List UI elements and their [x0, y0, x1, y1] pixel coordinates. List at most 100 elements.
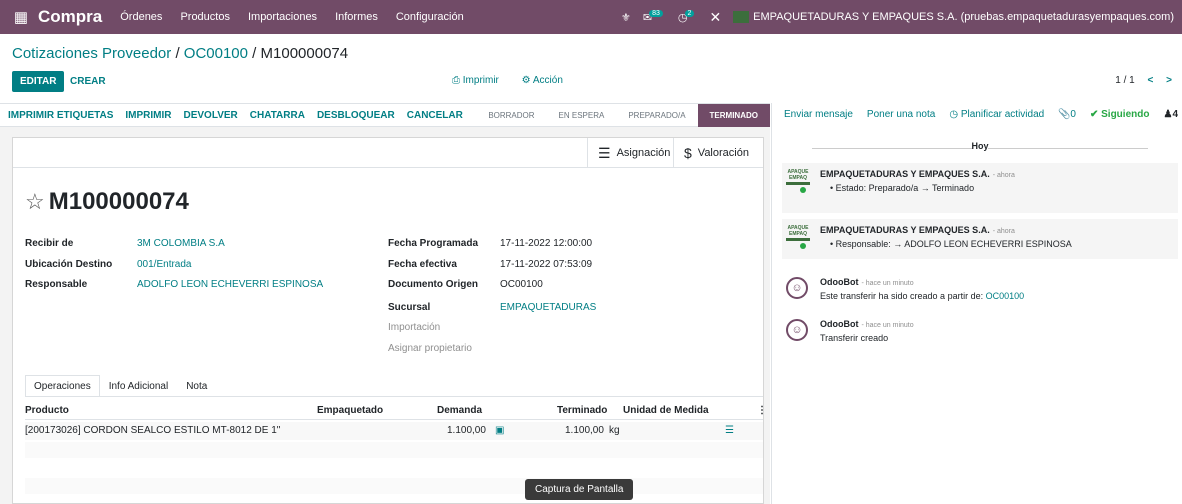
action-menus: ⎙ Imprimir ⚙ Acción [452, 75, 583, 86]
edit-button[interactable]: EDITAR [12, 71, 65, 92]
field-label-owner: Asignar propietario [388, 343, 472, 354]
column-options-icon[interactable]: ⋮ [757, 405, 767, 416]
table-empty-row [25, 478, 763, 494]
print-menu[interactable]: ⎙ Imprimir [452, 75, 509, 86]
tab-additional-info[interactable]: Info Adicional [100, 375, 178, 397]
assignment-button[interactable]: ☰ Asignación [587, 138, 680, 168]
menu-item-products[interactable]: Productos [180, 11, 230, 23]
print-label: Imprimir [462, 75, 499, 86]
field-label-destination: Ubicación Destino [25, 259, 113, 270]
column-product[interactable]: Producto [25, 405, 69, 416]
screenshot-tooltip: Captura de Pantalla [525, 479, 634, 500]
form-sheet: ☰ Asignación $ Valoración ☆ M100000074 Re… [12, 137, 767, 504]
state-steps: BORRADOR EN ESPERA PREPARADO/A TERMINADO [476, 104, 770, 128]
menu-item-imports[interactable]: Importaciones [248, 11, 317, 23]
pager-next-icon[interactable]: > [1166, 75, 1172, 86]
star-icon[interactable]: ☆ [25, 189, 45, 214]
column-demand[interactable]: Demanda [437, 405, 482, 416]
app-name[interactable]: Compra [38, 7, 102, 27]
main-menu: Órdenes Productos Importaciones Informes… [120, 11, 482, 23]
schedule-activity-button[interactable]: ◷ Planificar actividad [949, 109, 1044, 120]
cell-done: 1.100,00 [565, 425, 604, 436]
date-separator: Hoy [782, 141, 1178, 155]
cancel-button[interactable]: CANCELAR [407, 110, 463, 121]
chatter: Enviar mensaje Poner una nota ◷ Planific… [771, 103, 1182, 504]
message-time: - ahora [992, 172, 1015, 179]
company-avatar: APAQUE EMPAQ [786, 225, 810, 249]
send-message-button[interactable]: Enviar mensaje [784, 109, 853, 120]
column-packaging[interactable]: Empaquetado [317, 405, 383, 416]
messages-badge: 83 [649, 9, 663, 17]
scrap-button[interactable]: CHATARRA [250, 110, 305, 121]
top-navbar: ▦ Compra Órdenes Productos Importaciones… [0, 0, 1182, 34]
field-value-destination[interactable]: 001/Entrada [137, 259, 192, 270]
menu-item-configuration[interactable]: Configuración [396, 11, 464, 23]
valuation-button[interactable]: $ Valoración [673, 138, 759, 168]
column-uom[interactable]: Unidad de Medida [623, 405, 709, 416]
field-label-branch: Sucursal [388, 302, 431, 313]
close-icon[interactable]: ✕ [709, 9, 721, 26]
field-label-partner: Recibir de [25, 238, 74, 249]
forecast-chart-icon[interactable]: ▣ [495, 425, 504, 436]
record-title: ☆ M100000074 [25, 188, 189, 216]
tab-note[interactable]: Nota [177, 375, 216, 397]
log-note-button[interactable]: Poner una nota [867, 109, 935, 120]
odoobot-avatar: ☺ [786, 277, 808, 299]
pager-value[interactable]: 1 / 1 [1115, 75, 1134, 86]
action-menu[interactable]: ⚙ Acción [522, 75, 573, 86]
menu-item-orders[interactable]: Órdenes [120, 11, 162, 23]
column-done[interactable]: Terminado [557, 405, 607, 416]
activities-badge: 2 [684, 9, 695, 17]
chatter-topbar: Enviar mensaje Poner una nota ◷ Planific… [784, 109, 1044, 120]
message-body: • Responsable: → ADOLFO LEON ECHEVERRI E… [830, 239, 1072, 249]
company-switcher[interactable]: EMPAQUETADURAS Y EMPAQUES S.A. (pruebas.… [733, 10, 1174, 24]
message-time: - hace un minuto [861, 322, 914, 329]
apps-menu-icon[interactable]: ▦ [8, 8, 34, 26]
attachments-button[interactable]: 📎0 [1058, 109, 1076, 120]
field-value-branch[interactable]: EMPAQUETADURAS [500, 302, 596, 313]
debug-icon[interactable]: ⚜ [621, 11, 631, 24]
breadcrumb-order[interactable]: OC00100 [184, 45, 248, 62]
print-button[interactable]: IMPRIMIR [125, 110, 171, 121]
print-labels-button[interactable]: IMPRIMIR ETIQUETAS [8, 110, 113, 121]
message-item: APAQUE EMPAQ EMPAQUETADURAS Y EMPAQUES S.… [782, 219, 1178, 259]
unlock-button[interactable]: DESBLOQUEAR [317, 110, 395, 121]
field-label-origin: Documento Origen [388, 279, 479, 290]
valuation-label: Valoración [697, 147, 749, 159]
followers-button[interactable]: ♟4 [1163, 109, 1178, 120]
detailed-operations-icon[interactable]: ☰ [725, 425, 734, 436]
origin-link[interactable]: OC00100 [986, 291, 1025, 301]
return-button[interactable]: DEVOLVER [183, 110, 237, 121]
following-button[interactable]: ✔ Siguiendo [1090, 109, 1150, 120]
control-panel: EDITAR CREAR ⎙ Imprimir ⚙ Acción 1 / 1 <… [12, 71, 1172, 93]
activity-icon[interactable]: ◷2 [678, 9, 698, 24]
step-ready: PREPARADO/A [628, 111, 686, 120]
field-value-effective-date: 17-11-2022 07:53:09 [500, 259, 593, 270]
create-button[interactable]: CREAR [70, 76, 106, 87]
menu-item-reports[interactable]: Informes [335, 11, 378, 23]
record-name: M100000074 [48, 188, 189, 215]
field-label-effective-date: Fecha efectiva [388, 259, 457, 270]
navbar-systray: ⚜ ✉83 ◷2 ✕ EMPAQUETADURAS Y EMPAQUES S.A… [621, 0, 1174, 34]
breadcrumb-quotations[interactable]: Cotizaciones Proveedor [12, 45, 171, 62]
message-author: OdooBot - hace un minuto [820, 319, 914, 329]
message-body: • Estado: Preparado/a → Terminado [830, 183, 975, 193]
field-value-responsible[interactable]: ADOLFO LEON ECHEVERRI ESPINOSA [137, 279, 323, 290]
breadcrumb-current: M100000074 [260, 45, 349, 62]
message-item: ☺ OdooBot - hace un minuto Este transferi… [782, 271, 1178, 307]
breadcrumb: Cotizaciones Proveedor / OC00100 / M1000… [12, 45, 349, 62]
table-row[interactable]: [200173026] CORDON SEALCO ESTILO MT-8012… [25, 422, 763, 440]
messaging-icon[interactable]: ✉83 [643, 9, 666, 24]
chatter-followers: 📎0 ✔ Siguiendo ♟4 [1058, 109, 1178, 120]
company-name: EMPAQUETADURAS Y EMPAQUES S.A. (pruebas.… [753, 10, 1174, 23]
message-item: APAQUE EMPAQ EMPAQUETADURAS Y EMPAQUES S.… [782, 163, 1178, 213]
message-time: - ahora [992, 228, 1015, 235]
paperclip-icon: 📎 [1057, 109, 1071, 120]
table-header: Producto Empaquetado Demanda Terminado U… [25, 402, 767, 420]
tab-operations[interactable]: Operaciones [25, 375, 100, 397]
notebook-tabs: Operaciones Info Adicional Nota [25, 375, 216, 397]
attachments-count: 0 [1070, 109, 1076, 120]
pager-previous-icon[interactable]: < [1148, 75, 1154, 86]
field-value-partner[interactable]: 3M COLOMBIA S.A [137, 238, 225, 249]
following-label: Siguiendo [1101, 109, 1150, 120]
